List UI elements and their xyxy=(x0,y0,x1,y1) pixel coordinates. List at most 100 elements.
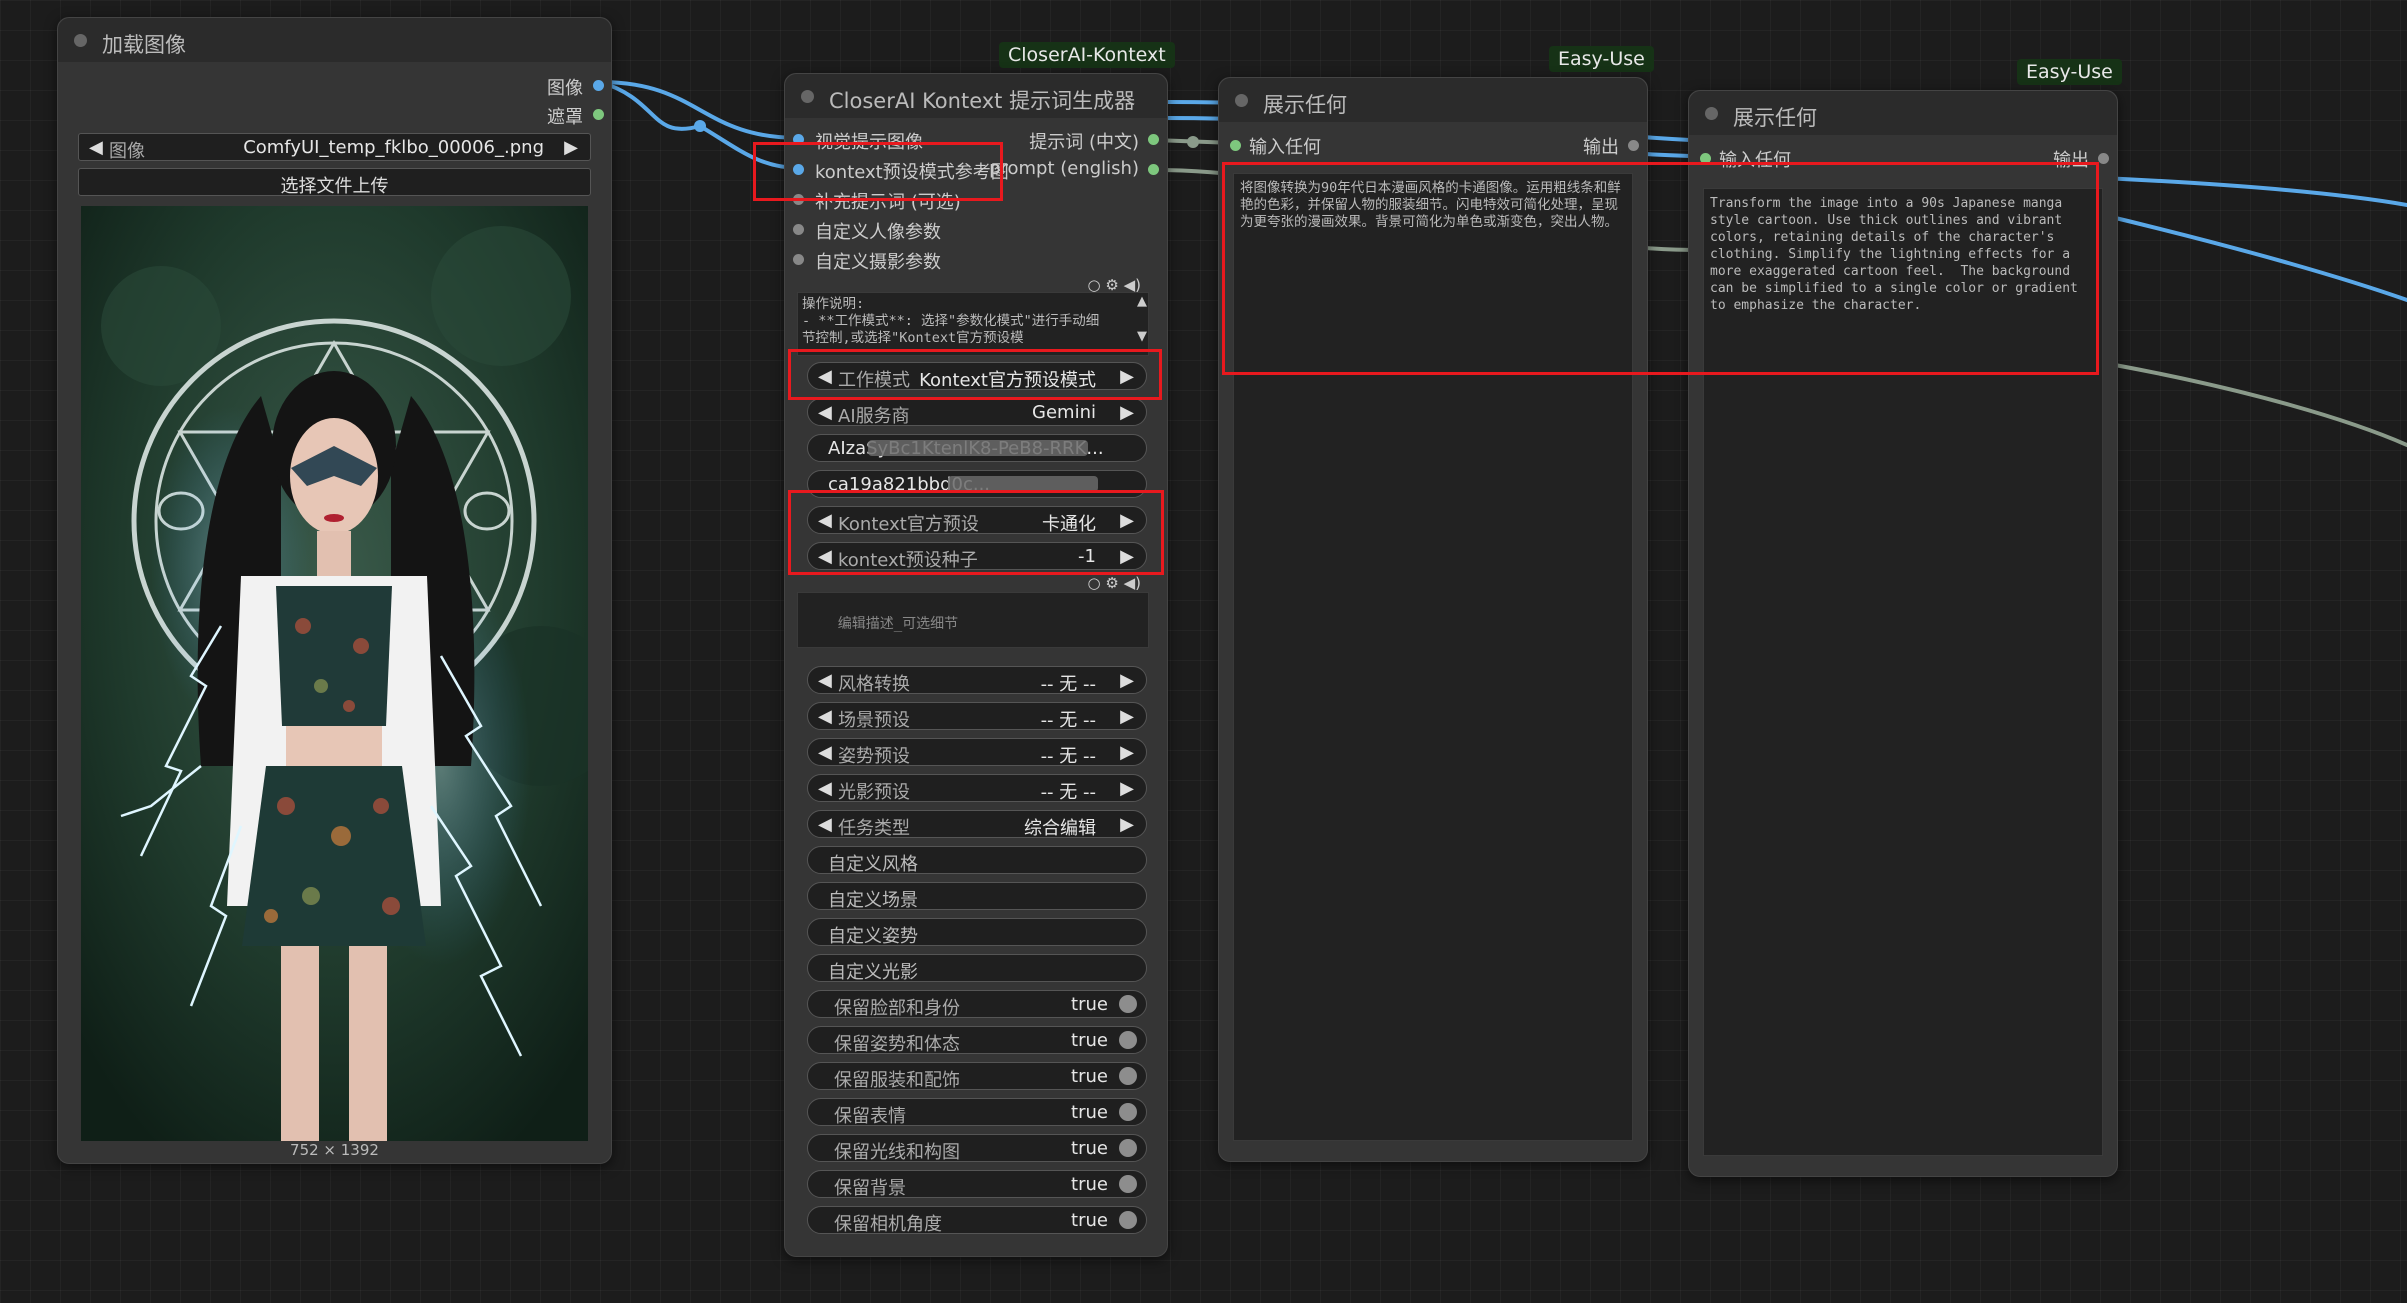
kontext-title-bar[interactable]: CloserAI Kontext 提示词生成器 xyxy=(785,74,1167,118)
kontext-preset-value: 卡通化 xyxy=(1042,514,1096,535)
collapse-dot-icon[interactable] xyxy=(74,34,87,47)
arrow-left-icon[interactable]: ◀ xyxy=(818,814,832,835)
light-preset-combo[interactable]: ◀ 光影预设 -- 无 -- ▶ xyxy=(807,774,1147,803)
arrow-right-icon[interactable]: ▶ xyxy=(1120,778,1134,799)
arrow-left-icon[interactable]: ◀ xyxy=(89,137,103,158)
arrow-right-icon[interactable]: ▶ xyxy=(564,137,578,158)
load-image-node[interactable]: 加载图像 图像 遮罩 ◀ 图像 ComfyUI_temp_fklbo_00006… xyxy=(57,17,612,1164)
arrow-right-icon[interactable]: ▶ xyxy=(1120,742,1134,763)
image-select-combo[interactable]: ◀ 图像 ComfyUI_temp_fklbo_00006_.png ▶ xyxy=(78,133,591,162)
show-any-2-text[interactable]: Transform the image into a 90s Japanese … xyxy=(1703,188,2103,1156)
pose-preset-combo[interactable]: ◀ 姿势预设 -- 无 -- ▶ xyxy=(807,738,1147,767)
arrow-left-icon[interactable]: ◀ xyxy=(818,510,832,531)
api-key-field[interactable]: AIzaSyBc1KtenlK8-PeB8-RRK... xyxy=(807,434,1147,462)
arrow-left-icon[interactable]: ◀ xyxy=(818,742,832,763)
arrow-left-icon[interactable]: ◀ xyxy=(818,778,832,799)
upload-button-label: 选择文件上传 xyxy=(280,176,389,197)
kontext-preset-combo[interactable]: ◀ Kontext官方预设 卡通化 ▶ xyxy=(807,506,1147,535)
keep-face-value: true xyxy=(1071,994,1108,1015)
arrow-left-icon[interactable]: ◀ xyxy=(818,670,832,691)
keep-background-toggle[interactable]: 保留背景 true xyxy=(807,1170,1147,1199)
output-label: 输出 xyxy=(1583,137,1619,158)
input-photo-slot[interactable] xyxy=(793,254,804,265)
input-portrait-slot[interactable] xyxy=(793,224,804,235)
keep-pose-label: 保留姿势和体态 xyxy=(834,1034,960,1055)
work-mode-combo[interactable]: ◀ 工作模式 Kontext官方预设模式 ▶ xyxy=(807,362,1147,391)
toggle-knob-icon[interactable] xyxy=(1119,1139,1137,1157)
output-slot[interactable] xyxy=(1628,140,1639,151)
load-image-title-bar[interactable]: 加载图像 xyxy=(58,18,611,62)
keep-clothing-toggle[interactable]: 保留服装和配饰 true xyxy=(807,1062,1147,1091)
keep-lighting-toggle[interactable]: 保留光线和构图 true xyxy=(807,1134,1147,1163)
arrow-right-icon[interactable]: ▶ xyxy=(1120,510,1134,531)
edit-description-textarea[interactable]: 编辑描述_可选细节 xyxy=(797,592,1149,648)
custom-light-field[interactable]: 自定义光影 xyxy=(807,954,1147,983)
keep-background-value: true xyxy=(1071,1174,1108,1195)
kontext-seed-number[interactable]: ◀ kontext预设种子 -1 ▶ xyxy=(807,542,1147,571)
wire-right-gray xyxy=(2113,363,2407,447)
input-any-slot[interactable] xyxy=(1700,153,1711,164)
toggle-knob-icon[interactable] xyxy=(1119,995,1137,1013)
show-any-node-1[interactable]: 展示任何 输入任何 输出 将图像转换为90年代日本漫画风格的卡通图像。运用粗线条… xyxy=(1218,77,1648,1162)
custom-pose-field[interactable]: 自定义姿势 xyxy=(807,918,1147,947)
keep-expression-toggle[interactable]: 保留表情 true xyxy=(807,1098,1147,1127)
toggle-knob-icon[interactable] xyxy=(1119,1067,1137,1085)
toggle-knob-icon[interactable] xyxy=(1119,1103,1137,1121)
text-controls-icon[interactable]: ○ ⚙ ◀) xyxy=(1088,574,1141,592)
output-slot[interactable] xyxy=(2098,153,2109,164)
input-any-slot[interactable] xyxy=(1230,140,1241,151)
scroll-down-icon[interactable]: ▼ xyxy=(1137,329,1147,344)
collapse-dot-icon[interactable] xyxy=(1705,107,1718,120)
input-extra-prompt-slot[interactable] xyxy=(793,194,804,205)
image-select-label: 图像 xyxy=(109,141,145,162)
ai-provider-combo[interactable]: ◀ AI服务商 Gemini ▶ xyxy=(807,398,1147,427)
show-any-node-2[interactable]: 展示任何 输入任何 输出 Transform the image into a … xyxy=(1688,90,2118,1177)
arrow-left-icon[interactable]: ◀ xyxy=(818,366,832,387)
arrow-right-icon[interactable]: ▶ xyxy=(1120,546,1134,567)
output-cn-slot[interactable] xyxy=(1148,134,1159,145)
show-any-1-title-bar[interactable]: 展示任何 xyxy=(1219,78,1647,122)
api-secret-field[interactable]: ca19a821bbd0c... xyxy=(807,470,1147,498)
keep-face-toggle[interactable]: 保留脸部和身份 true xyxy=(807,990,1147,1019)
arrow-right-icon[interactable]: ▶ xyxy=(1120,366,1134,387)
arrow-right-icon[interactable]: ▶ xyxy=(1120,814,1134,835)
keep-camera-toggle[interactable]: 保留相机角度 true xyxy=(807,1206,1147,1235)
light-preset-value: -- 无 -- xyxy=(1040,782,1096,803)
arrow-left-icon[interactable]: ◀ xyxy=(818,546,832,567)
input-extra-prompt-label: 补充提示词 (可选) xyxy=(815,192,961,213)
input-reference-label: kontext预设模式参考图 xyxy=(815,162,1009,183)
kontext-prompt-node[interactable]: CloserAI Kontext 提示词生成器 视觉提示图像 kontext预设… xyxy=(784,73,1168,1257)
kontext-preset-label: Kontext官方预设 xyxy=(838,514,979,535)
scroll-up-icon[interactable]: ▲ xyxy=(1137,294,1147,309)
arrow-right-icon[interactable]: ▶ xyxy=(1120,402,1134,423)
input-vision-slot[interactable] xyxy=(793,134,804,145)
show-any-2-title-bar[interactable]: 展示任何 xyxy=(1689,91,2117,135)
light-preset-label: 光影预设 xyxy=(838,782,910,803)
arrow-left-icon[interactable]: ◀ xyxy=(818,706,832,727)
style-transfer-combo[interactable]: ◀ 风格转换 -- 无 -- ▶ xyxy=(807,666,1147,695)
output-en-slot[interactable] xyxy=(1148,164,1159,175)
arrow-right-icon[interactable]: ▶ xyxy=(1120,670,1134,691)
keep-clothing-label: 保留服装和配饰 xyxy=(834,1070,960,1091)
toggle-knob-icon[interactable] xyxy=(1119,1211,1137,1229)
custom-scene-field[interactable]: 自定义场景 xyxy=(807,882,1147,911)
wire-right-blue-1 xyxy=(2101,176,2407,207)
output-mask-slot[interactable] xyxy=(593,109,604,120)
arrow-right-icon[interactable]: ▶ xyxy=(1120,706,1134,727)
scene-preset-combo[interactable]: ◀ 场景预设 -- 无 -- ▶ xyxy=(807,702,1147,731)
task-type-combo[interactable]: ◀ 任务类型 综合编辑 ▶ xyxy=(807,810,1147,839)
toggle-knob-icon[interactable] xyxy=(1119,1175,1137,1193)
show-any-1-text[interactable]: 将图像转换为90年代日本漫画风格的卡通图像。运用粗线条和鲜艳的色彩，并保留人物的… xyxy=(1233,173,1633,1141)
collapse-dot-icon[interactable] xyxy=(801,90,814,103)
instructions-text[interactable]: 操作说明: - **工作模式**: 选择"参数化模式"进行手动细节控制,或选择"… xyxy=(797,292,1149,356)
output-image-slot[interactable] xyxy=(593,80,604,91)
collapse-dot-icon[interactable] xyxy=(1235,94,1248,107)
input-any-label: 输入任何 xyxy=(1249,137,1321,158)
toggle-knob-icon[interactable] xyxy=(1119,1031,1137,1049)
input-reference-slot[interactable] xyxy=(793,164,804,175)
custom-style-field[interactable]: 自定义风格 xyxy=(807,846,1147,875)
custom-style-label: 自定义风格 xyxy=(828,854,918,875)
keep-pose-toggle[interactable]: 保留姿势和体态 true xyxy=(807,1026,1147,1055)
upload-button[interactable]: 选择文件上传 xyxy=(78,168,591,197)
arrow-left-icon[interactable]: ◀ xyxy=(818,402,832,423)
